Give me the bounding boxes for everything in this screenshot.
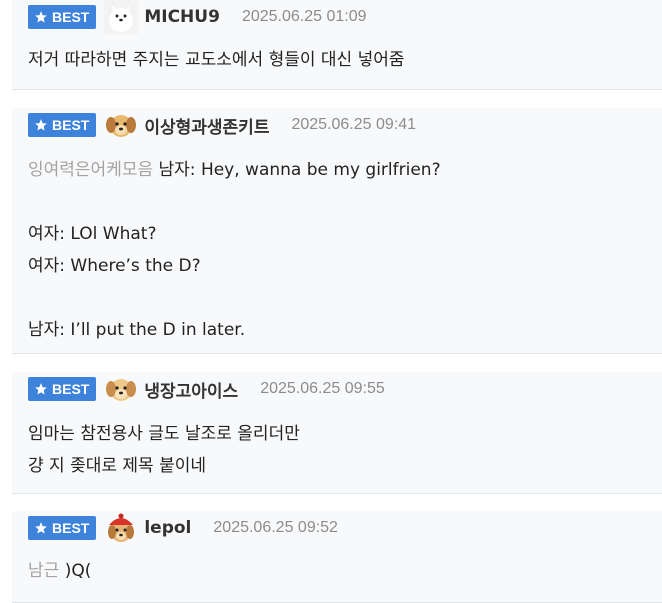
comment-line: 여자: Where’s the D? (28, 256, 201, 276)
comment-line (28, 186, 441, 218)
comment-author[interactable]: MICHU9 (144, 7, 220, 27)
comment-line-text: 남자: Hey, wanna be my girlfrien? (158, 160, 441, 180)
best-badge: BEST (28, 516, 97, 540)
comment-line (28, 282, 441, 314)
star-icon (35, 383, 47, 395)
comment-date: 2025.06.25 09:52 (213, 519, 338, 536)
comment-author[interactable]: 냉장고아이스 (144, 377, 238, 402)
comment-header: BEST MICHU9 2025.06.25 01:09 (28, 0, 367, 34)
puppy-avatar-icon[interactable] (104, 372, 138, 406)
comment-prefix: 잉여력은어케모음 (28, 160, 154, 180)
comment-item: BEST lepol 2025.06.25 09:52 남근 )Q( (12, 511, 662, 603)
comment-item: BEST 냉장고아이스 2025.06.25 09:55 임마는 참전용사 글도… (12, 372, 662, 494)
best-label: BEST (52, 381, 90, 397)
best-badge: BEST (28, 5, 97, 29)
comment-line: 잉여력은어케모음 남자: Hey, wanna be my girlfrien? (28, 154, 441, 186)
best-label: BEST (52, 9, 90, 25)
comment-line-text: )Q( (64, 561, 92, 581)
comment-prefix: 남근 (28, 561, 60, 581)
comment-author[interactable]: lepol (144, 518, 191, 538)
best-label: BEST (52, 520, 90, 536)
star-icon (35, 119, 47, 131)
comment-header: BEST 냉장고아이스 2025.06.25 09:55 (28, 372, 385, 406)
comment-body: 남근 )Q( (28, 555, 91, 587)
comment-body: 잉여력은어케모음 남자: Hey, wanna be my girlfrien?… (28, 154, 441, 346)
comment-line: 저거 따라하면 주지는 교도소에서 형들이 대신 넣어줌 (28, 50, 405, 70)
comment-author[interactable]: 이상형과생존키트 (144, 113, 269, 138)
comment-date: 2025.06.25 09:41 (291, 116, 417, 133)
comment-body: 임마는 참전용사 글도 날조로 올리더만 걍 지 좆대로 제목 붙이네 (28, 418, 300, 482)
comment-line: 남근 )Q( (28, 555, 91, 587)
best-label: BEST (52, 117, 90, 133)
best-badge: BEST (28, 377, 97, 401)
white-dog-avatar-icon[interactable] (104, 0, 139, 34)
comment-list: BEST MICHU9 2025.06.25 01:09 저거 따라하면 주지는… (0, 0, 662, 603)
best-badge: BEST (28, 113, 97, 137)
comment-divider (12, 353, 662, 354)
comment-header: BEST 이상형과생존키트 2025.06.25 09:41 (28, 108, 416, 142)
comment-date: 2025.06.25 01:09 (241, 8, 367, 25)
star-icon (35, 522, 47, 534)
comment-header: BEST lepol 2025.06.25 09:52 (28, 511, 338, 545)
red-hat-puppy-avatar-icon[interactable] (104, 511, 138, 545)
puppy-avatar-icon[interactable] (104, 108, 138, 142)
comment-line: 여자: LOl What? (28, 224, 157, 244)
comment-item: BEST 이상형과생존키트 2025.06.25 09:41 잉여력은어케모음 … (12, 108, 662, 354)
comment-date: 2025.06.25 09:55 (260, 380, 385, 397)
comment-item: BEST MICHU9 2025.06.25 01:09 저거 따라하면 주지는… (12, 0, 662, 90)
comment-divider (12, 493, 662, 494)
comment-body: 저거 따라하면 주지는 교도소에서 형들이 대신 넣어줌 (28, 44, 405, 76)
comment-line: 임마는 참전용사 글도 날조로 올리더만 (28, 424, 300, 444)
comment-divider (12, 89, 662, 90)
star-icon (35, 11, 47, 23)
comment-line: 걍 지 좆대로 제목 붙이네 (28, 456, 207, 476)
comment-line: 남자: I’ll put the D in later. (28, 320, 246, 340)
